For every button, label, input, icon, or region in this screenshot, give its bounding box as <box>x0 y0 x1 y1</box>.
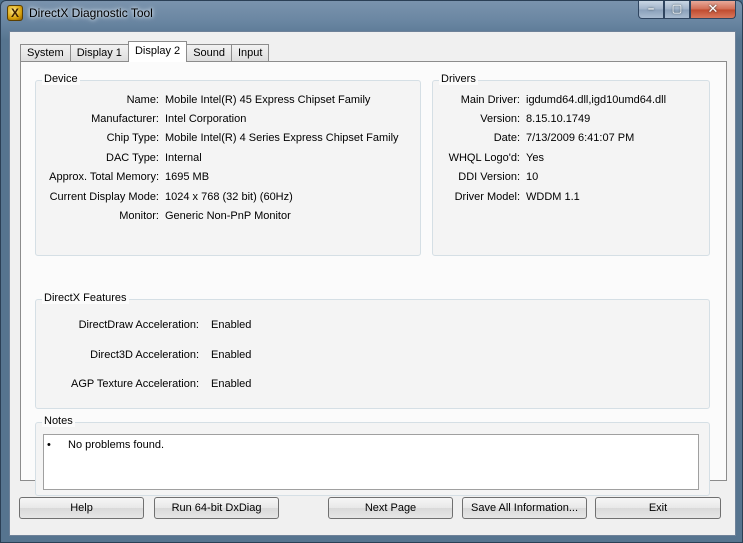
exit-button[interactable]: Exit <box>595 497 721 519</box>
device-dac-type-label: DAC Type: <box>106 152 159 164</box>
drivers-group-title: Drivers <box>439 73 478 85</box>
close-button[interactable]: ✕ <box>690 1 736 19</box>
minimize-icon: – <box>647 3 655 15</box>
tab-display-2[interactable]: Display 2 <box>127 41 188 62</box>
driver-main-value: igdumd64.dll,igd10umd64.dll <box>526 94 667 106</box>
title-bar[interactable]: X DirectX Diagnostic Tool – ▢ ✕ <box>1 1 742 27</box>
driver-version-value: 8.15.10.1749 <box>526 113 591 125</box>
next-page-button[interactable]: Next Page <box>328 497 453 519</box>
device-monitor-value: Generic Non-PnP Monitor <box>165 210 291 222</box>
tab-display-1[interactable]: Display 1 <box>69 44 129 62</box>
device-display-mode-label: Current Display Mode: <box>49 191 159 203</box>
dxdiag-window: X DirectX Diagnostic Tool – ▢ ✕ System D… <box>0 0 743 543</box>
directdraw-value: Enabled <box>211 319 252 331</box>
notes-textbox[interactable]: • No problems found. <box>43 434 699 490</box>
bullet-icon: • <box>47 439 51 451</box>
minimize-button[interactable]: – <box>638 1 664 19</box>
close-icon: ✕ <box>707 1 719 16</box>
tab-input[interactable]: Input <box>231 44 270 62</box>
driver-model-label: Driver Model: <box>454 191 520 203</box>
help-button[interactable]: Help <box>19 497 144 519</box>
driver-whql-label: WHQL Logo'd: <box>448 152 520 164</box>
drivers-group: Drivers Main Driver: igdumd64.dll,igd10u… <box>432 73 710 256</box>
direct3d-value: Enabled <box>211 349 252 361</box>
maximize-button[interactable]: ▢ <box>664 1 690 19</box>
display-2-panel: Device Name: Mobile Intel(R) 45 Express … <box>20 61 727 496</box>
run-64bit-dxdiag-button[interactable]: Run 64-bit DxDiag <box>154 497 279 519</box>
window-title: DirectX Diagnostic Tool <box>29 6 153 20</box>
driver-version-label: Version: <box>480 113 520 125</box>
driver-ddi-value: 10 <box>526 171 539 183</box>
device-manufacturer-label: Manufacturer: <box>91 113 159 125</box>
device-monitor-label: Monitor: <box>119 210 159 222</box>
maximize-icon: ▢ <box>671 3 683 15</box>
note-item: No problems found. <box>68 439 164 451</box>
direct3d-label: Direct3D Acceleration: <box>90 349 199 361</box>
device-memory-label: Approx. Total Memory: <box>49 171 159 183</box>
directdraw-label: DirectDraw Acceleration: <box>78 319 199 331</box>
device-name-label: Name: <box>126 94 159 106</box>
notes-title: Notes <box>42 415 75 427</box>
dialog-client-area: System Display 1 Display 2 Sound Input D… <box>9 31 736 536</box>
device-manufacturer-value: Intel Corporation <box>165 113 247 125</box>
driver-main-label: Main Driver: <box>460 94 520 106</box>
tab-sound[interactable]: Sound <box>186 44 232 62</box>
agp-texture-label: AGP Texture Acceleration: <box>71 378 199 390</box>
caption-buttons: – ▢ ✕ <box>638 1 736 20</box>
device-display-mode-value: 1024 x 768 (32 bit) (60Hz) <box>165 191 293 203</box>
directx-features-title: DirectX Features <box>42 292 129 304</box>
device-chip-type-label: Chip Type: <box>106 132 159 144</box>
tab-strip: System Display 1 Display 2 Sound Input <box>20 41 270 62</box>
device-dac-type-value: Internal <box>165 152 202 164</box>
driver-model-value: WDDM 1.1 <box>526 191 580 203</box>
save-all-information-button[interactable]: Save All Information... <box>462 497 587 519</box>
driver-ddi-label: DDI Version: <box>458 171 520 183</box>
directx-app-icon: X <box>7 5 23 21</box>
notes-group: Notes • No problems found. <box>35 415 710 496</box>
device-name-value: Mobile Intel(R) 45 Express Chipset Famil… <box>165 94 371 106</box>
tab-system[interactable]: System <box>20 44 71 62</box>
device-group-title: Device <box>42 73 80 85</box>
driver-whql-value: Yes <box>526 152 544 164</box>
agp-texture-value: Enabled <box>211 378 252 390</box>
directx-features-group: DirectX Features DirectDraw Acceleration… <box>35 292 710 409</box>
driver-date-label: Date: <box>493 132 520 144</box>
driver-date-value: 7/13/2009 6:41:07 PM <box>526 132 635 144</box>
device-memory-value: 1695 MB <box>165 171 210 183</box>
